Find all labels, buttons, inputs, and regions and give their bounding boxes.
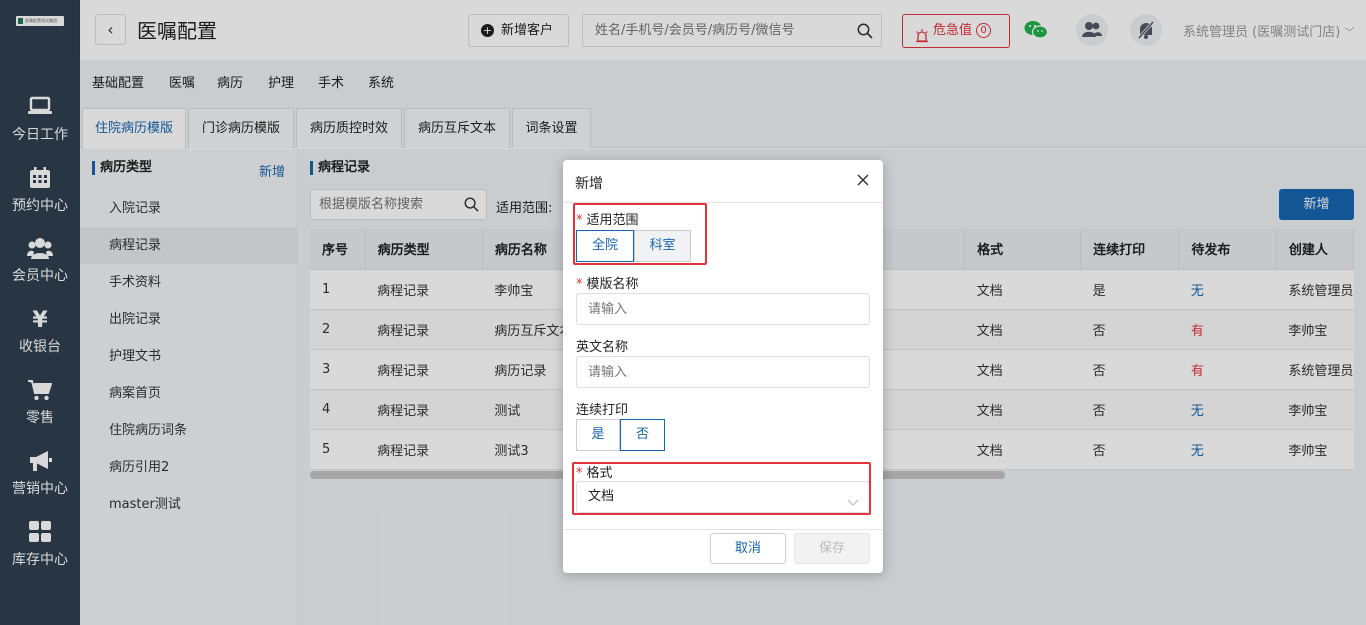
close-icon[interactable] [857, 174, 869, 190]
template-name-field[interactable] [576, 293, 870, 325]
dialog-title: 新增 [575, 176, 603, 192]
divider [563, 529, 883, 530]
continuous-print-label: 连续打印 [576, 403, 629, 418]
chevron-down-icon [847, 490, 859, 520]
english-name-field[interactable] [576, 356, 870, 388]
template-name-input[interactable] [577, 294, 847, 324]
save-button[interactable]: 保存 [794, 533, 870, 564]
continuous-print-toggle: 是 否 [576, 419, 665, 451]
format-select[interactable]: 文档 [576, 481, 870, 513]
cancel-button[interactable]: 取消 [710, 533, 786, 564]
english-name-label: 英文名称 [576, 340, 629, 355]
continuous-no-option[interactable]: 否 [620, 419, 665, 451]
scope-department-option[interactable]: 科室 [634, 230, 691, 262]
scope-label: * 适用范围 [576, 213, 639, 228]
scope-hospital-option[interactable]: 全院 [576, 230, 634, 262]
scope-toggle: 全院 科室 [576, 230, 691, 262]
template-name-label: * 模版名称 [576, 277, 639, 292]
format-label: * 格式 [576, 466, 613, 481]
english-name-input[interactable] [577, 357, 847, 387]
divider [563, 202, 883, 203]
continuous-yes-option[interactable]: 是 [576, 419, 620, 451]
add-template-dialog: 新增 *适用范围 全院 科室 *模版名称 英文名称 连续打印 是 否 *格式 文… [563, 160, 883, 573]
